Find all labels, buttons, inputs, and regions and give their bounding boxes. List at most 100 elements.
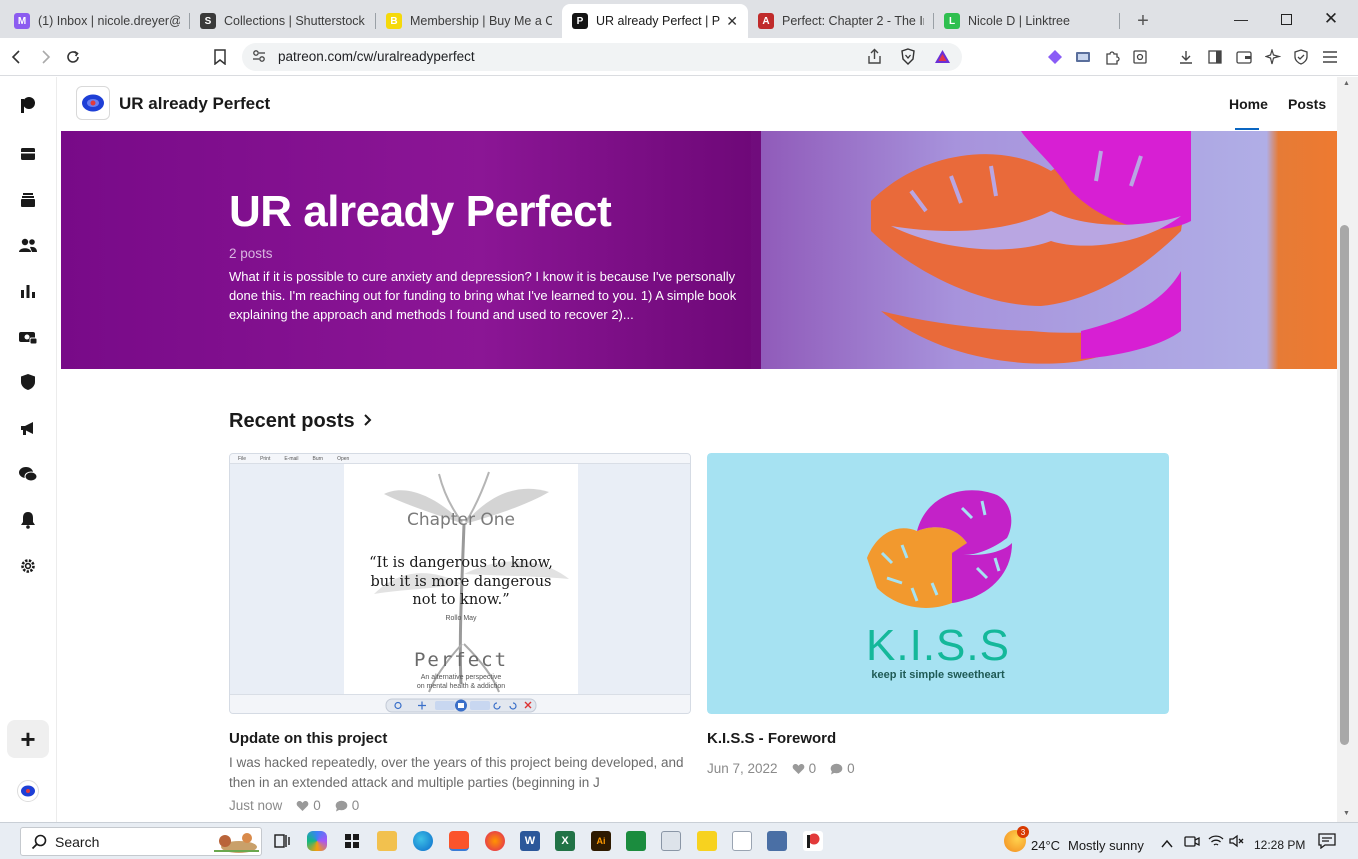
address-bar[interactable]: patreon.com/cw/uralreadyperfect [242,43,962,71]
widgets-icon[interactable] [342,831,362,851]
file-explorer-icon[interactable] [377,831,397,851]
sticky-notes-icon[interactable] [697,831,717,851]
tab-title: (1) Inbox | nicole.dreyer@pro [38,14,180,28]
reader-mode-icon[interactable] [1128,45,1152,69]
creator-name[interactable]: UR already Perfect [119,94,270,114]
share-icon[interactable] [866,48,883,70]
taskbar-search[interactable]: Search [20,827,262,856]
camera-tray-icon[interactable] [1184,834,1200,853]
posts-stack-icon[interactable] [17,189,39,211]
firefox-icon[interactable] [485,831,505,851]
close-tab-icon[interactable]: ✕ [726,13,738,30]
post-title[interactable]: K.I.S.S - Foreword [707,730,836,747]
browser-tab[interactable]: B Membership | Buy Me a Coffe [376,4,562,38]
like-button[interactable]: 0 [296,798,321,813]
bookmark-icon[interactable] [208,45,232,69]
wifi-icon[interactable] [1208,834,1224,853]
comment-icon [335,800,348,811]
browser-tab[interactable]: A Perfect: Chapter 2 - The Imp [748,4,934,38]
browser-tab[interactable]: S Collections | Shutterstock [190,4,376,38]
post-meta: Jun 7, 2022 0 0 [707,761,855,776]
minimize-button[interactable]: — [1218,0,1264,38]
extensions-puzzle-icon[interactable] [1100,45,1124,69]
recent-posts-heading[interactable]: Recent posts [229,410,373,433]
post-thumbnail[interactable]: K.I.S.S keep it simple sweetheart [707,453,1169,714]
brave-rewards-icon[interactable] [934,49,951,69]
comment-button[interactable]: 0 [335,798,359,813]
notifications-bell-icon[interactable] [17,509,39,531]
chevron-right-icon [363,411,373,432]
copilot-icon[interactable] [307,831,327,851]
quote-line: not to know.” [412,592,510,608]
wallet-icon[interactable] [1232,45,1256,69]
nav-home[interactable]: Home [1229,96,1268,112]
chats-icon[interactable] [17,463,39,485]
promotions-megaphone-icon[interactable] [17,417,39,439]
nav-posts[interactable]: Posts [1288,96,1326,112]
create-post-button[interactable]: + [7,720,49,758]
like-button[interactable]: 0 [792,761,816,776]
excel-icon[interactable]: X [555,831,575,851]
tray-chevron-up-icon[interactable] [1161,836,1173,854]
weather-icon[interactable]: 3 [1004,826,1029,852]
volume-muted-icon[interactable] [1229,834,1245,853]
remote-desktop-icon[interactable] [767,831,787,851]
forward-icon[interactable] [33,45,57,69]
edge-icon[interactable] [413,831,433,851]
weather-description[interactable]: Mostly sunny [1068,838,1144,853]
brave-icon[interactable] [449,831,469,851]
sidebar-icon[interactable] [1203,45,1227,69]
post-thumbnail[interactable]: File Print E-mail Burn Open Chapter One … [229,453,691,714]
notifications-icon[interactable] [1318,833,1336,854]
comment-button[interactable]: 0 [830,761,855,776]
creator-avatar[interactable] [76,86,110,120]
account-avatar[interactable] [17,780,39,802]
brave-shields-icon[interactable] [900,48,916,70]
close-window-button[interactable]: ✕ [1308,0,1354,38]
like-count: 0 [313,798,321,813]
leo-ai-icon[interactable] [1043,45,1067,69]
vpn-shield-icon[interactable] [1289,45,1313,69]
audience-icon[interactable] [17,234,39,256]
notepad-icon[interactable] [732,831,752,851]
back-icon[interactable] [5,45,29,69]
downloads-icon[interactable] [1174,45,1198,69]
calculator-icon[interactable] [661,831,681,851]
site-settings-icon[interactable] [252,49,266,68]
shield-icon[interactable] [17,371,39,393]
scroll-down-arrow-icon[interactable]: ▼ [1343,810,1350,817]
patreon-app-icon[interactable] [803,831,823,851]
task-view-icon[interactable] [272,831,292,851]
creator-header: UR already Perfect Home Posts [61,77,1337,131]
word-icon[interactable]: W [520,831,540,851]
book-subtitle: An alternative perspective on mental hea… [344,673,578,691]
recent-posts-label: Recent posts [229,410,355,432]
patreon-logo-icon[interactable] [17,94,39,116]
scroll-up-arrow-icon[interactable]: ▲ [1343,80,1350,87]
leo-sparkle-icon[interactable] [1261,45,1285,69]
weather-temperature[interactable]: 24°C [1031,838,1060,853]
reload-icon[interactable] [61,45,85,69]
browser-tab[interactable]: M (1) Inbox | nicole.dreyer@pro [4,4,190,38]
maximize-button[interactable] [1263,0,1309,38]
post-title[interactable]: Update on this project [229,730,387,747]
illustrator-icon[interactable]: Ai [591,831,611,851]
insights-chart-icon[interactable] [17,280,39,302]
browser-tab[interactable]: P UR already Perfect | Patr ✕ [562,4,748,38]
settings-gear-icon[interactable] [17,555,39,577]
browser-tab[interactable]: L Nicole D | Linktree [934,4,1120,38]
money-app-icon[interactable] [626,831,646,851]
subtitle-line: An alternative perspective [420,674,502,681]
menu-hamburger-icon[interactable] [1318,45,1342,69]
quote-line: but it is more dangerous [370,573,552,590]
extension-screen-icon[interactable] [1071,45,1095,69]
scrollbar-thumb[interactable] [1340,225,1349,745]
taskbar-clock[interactable]: 12:28 PM [1254,838,1305,852]
payouts-icon[interactable] [17,326,39,348]
browser-tab-strip: M (1) Inbox | nicole.dreyer@pro S Collectio… [0,0,1358,38]
heart-icon [296,800,309,811]
library-icon[interactable] [17,143,39,165]
new-tab-button[interactable]: + [1128,4,1158,38]
comment-icon [830,763,843,774]
kiss-tagline: keep it simple sweetheart [871,669,1005,681]
